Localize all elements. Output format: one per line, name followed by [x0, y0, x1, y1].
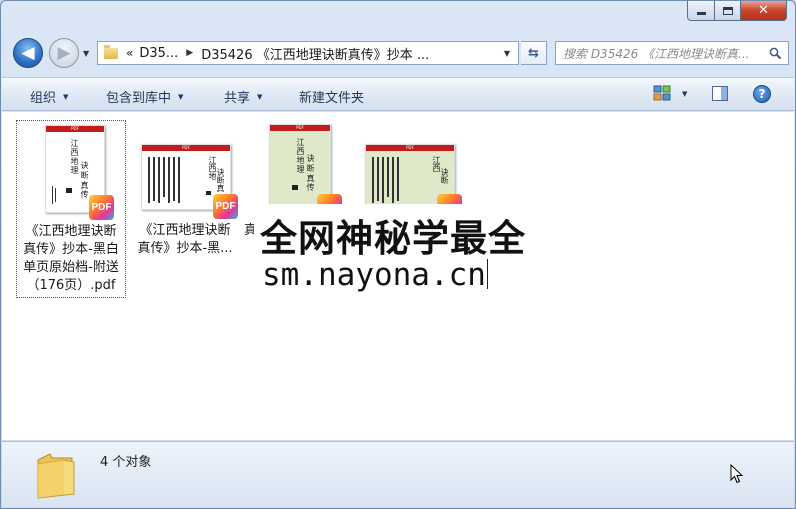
chevron-right-icon[interactable]: ▶	[186, 48, 193, 58]
file-name: 《江西地理诀断 真传》抄本-黑...	[137, 223, 233, 256]
search-box[interactable]: 搜索 D35426 《江西地理诀断真...	[555, 41, 789, 65]
caret-down-icon: ▼	[63, 92, 69, 101]
close-button[interactable]: ✕	[741, 1, 787, 21]
preview-pane-icon[interactable]	[712, 86, 728, 101]
caret-down-icon: ▼	[257, 92, 263, 101]
organize-label: 组织	[30, 91, 57, 106]
breadcrumb-item[interactable]: D35...	[139, 46, 178, 61]
folder-icon	[34, 450, 78, 500]
refresh-icon: ⇆	[528, 45, 539, 61]
folder-icon	[104, 44, 118, 59]
forward-arrow-icon: ▶	[57, 42, 71, 63]
details-pane: 4 个对象	[2, 441, 794, 507]
explorer-window: ✕ ◀ ▶ ▼ « D35... ▶ D35426 《江西地理诀断真传》抄本 .…	[0, 0, 796, 509]
minimize-icon	[696, 12, 706, 15]
watermark-overlay: 全网神秘学最全 sm.nayona.cn	[254, 204, 552, 300]
caret-down-icon: ▼	[178, 92, 184, 101]
include-in-library-label: 包含到库中	[106, 91, 172, 106]
navigation-bar: ◀ ▶ ▼ « D35... ▶ D35426 《江西地理诀断真传》抄本 ...…	[9, 37, 789, 69]
file-thumbnail: PDF 江 西 地 理 诀 断 真 传 PDF	[23, 121, 119, 221]
breadcrumb-item[interactable]: D35426 《江西地理诀断真传》抄本 ...	[201, 44, 429, 63]
close-icon: ✕	[758, 3, 769, 18]
address-dropdown[interactable]: ▼	[504, 49, 510, 58]
pdf-badge-icon: PDF	[89, 195, 114, 220]
watermark-url: sm.nayona.cn	[262, 257, 488, 293]
breadcrumb-overflow[interactable]: «	[126, 46, 133, 60]
address-bar[interactable]: « D35... ▶ D35426 《江西地理诀断真传》抄本 ... ▼	[97, 41, 519, 65]
share-label: 共享	[224, 91, 251, 106]
new-folder-button[interactable]: 新建文件夹	[299, 87, 364, 106]
file-item[interactable]: PDF 江 西 地 诀 断 真 PDF 《江西地理诀断 真传》抄本-黑...	[130, 120, 240, 260]
organize-menu[interactable]: 组织 ▼	[30, 87, 68, 106]
file-list-pane[interactable]: PDF 江 西 地 理 诀 断 真 传 PDF 《江西地理诀断 真传》抄本-黑白	[2, 112, 794, 440]
watermark-title: 全网神秘学最全	[260, 217, 526, 260]
caption-buttons: ✕	[687, 1, 787, 23]
share-menu[interactable]: 共享 ▼	[224, 87, 262, 106]
search-icon[interactable]	[762, 47, 788, 60]
command-bar: 组织 ▼ 包含到库中 ▼ 共享 ▼ 新建文件夹 ▼ ?	[2, 77, 794, 111]
minimize-button[interactable]	[687, 1, 715, 21]
file-name: 《江西地理诀断 真传》抄本-黑白 单页原始档-附送 （176页）.pdf	[23, 224, 119, 293]
maximize-icon	[722, 6, 733, 15]
new-folder-label: 新建文件夹	[299, 91, 365, 106]
forward-button[interactable]: ▶	[49, 38, 79, 68]
refresh-button[interactable]: ⇆	[521, 41, 547, 65]
pdf-badge-icon: PDF	[213, 194, 238, 219]
back-arrow-icon: ◀	[21, 42, 35, 63]
view-options-dropdown[interactable]: ▼	[682, 90, 687, 98]
view-options-icon[interactable]	[653, 85, 671, 101]
item-count-status: 4 个对象	[100, 455, 152, 470]
include-in-library-menu[interactable]: 包含到库中 ▼	[106, 87, 183, 106]
help-icon[interactable]: ?	[753, 85, 771, 103]
mouse-cursor-icon	[730, 463, 744, 487]
back-button[interactable]: ◀	[13, 38, 43, 68]
recent-pages-dropdown[interactable]: ▼	[83, 49, 89, 58]
search-input[interactable]: 搜索 D35426 《江西地理诀断真...	[556, 45, 762, 62]
file-thumbnail: PDF 江 西 地 诀 断 真 PDF	[137, 120, 238, 220]
file-item[interactable]: PDF 江 西 地 理 诀 断 真 传 PDF 《江西地理诀断 真传》抄本-黑白	[16, 120, 126, 298]
maximize-button[interactable]	[715, 1, 741, 21]
